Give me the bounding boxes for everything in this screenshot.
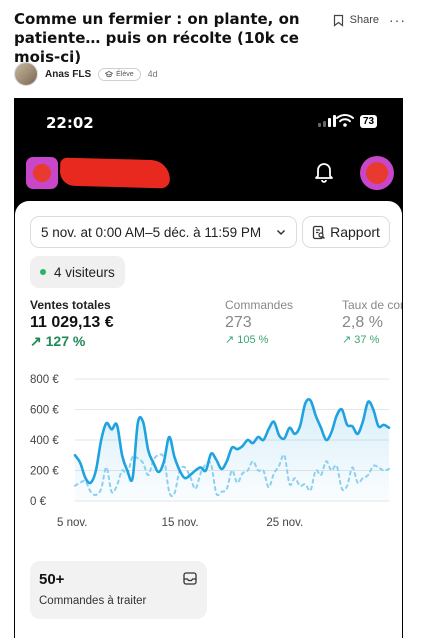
app-bar <box>14 153 403 193</box>
metric-label: Commandes <box>225 298 294 312</box>
metric-delta: ↗ 37 % <box>342 334 380 346</box>
author-badge: Élève <box>98 67 141 81</box>
x-tick-label: 15 nov. <box>162 517 199 529</box>
y-tick-label: 0 € <box>30 496 47 508</box>
sales-chart[interactable]: 800 € 600 € 400 € 200 € 0 € 5 nov. 15 nov. 25 n… <box>15 371 402 546</box>
status-bar: 22:02 73 <box>14 98 403 148</box>
phone-screenshot: 22:02 73 5 nov. at 0:00 AM–5 déc. à 11:5… <box>14 98 403 638</box>
y-tick-label: 200 € <box>30 466 59 478</box>
y-tick-label: 800 € <box>30 374 59 386</box>
author-badge-label: Élève <box>116 70 134 78</box>
more-options-button[interactable]: ··· <box>389 12 406 28</box>
post-actions: Share ··· <box>333 12 406 28</box>
metrics-row: Ventes totales 11 029,13 € ↗ 127 % Comma… <box>30 298 402 354</box>
metric-label: Taux de conversion <box>342 298 402 312</box>
author-row: Anas FLS Élève 4d <box>14 62 158 86</box>
metric-delta: ↗ 127 % <box>30 333 86 349</box>
visitors-label: 4 visiteurs <box>54 264 115 280</box>
y-tick-label: 400 € <box>30 435 59 447</box>
analytics-sheet: 5 nov. at 0:00 AM–5 déc. à 11:59 PM Rapp… <box>15 201 402 638</box>
author-name[interactable]: Anas FLS <box>45 69 91 80</box>
status-clock: 22:02 <box>46 114 94 132</box>
metric-value: 11 029,13 € <box>30 314 114 331</box>
user-avatar[interactable] <box>360 156 394 190</box>
orders-label: Commandes à traiter <box>39 595 147 607</box>
y-tick-label: 600 € <box>30 405 59 417</box>
orders-to-process-card[interactable]: 50+ Commandes à traiter <box>30 561 207 619</box>
orders-count: 50+ <box>39 571 65 588</box>
date-range-label: 5 nov. at 0:00 AM–5 déc. à 11:59 PM <box>41 224 262 240</box>
post-title: Comme un fermier : on plante, on patient… <box>14 10 300 66</box>
metric-value: 273 <box>225 314 252 331</box>
x-tick-label: 5 nov. <box>57 517 87 529</box>
redacted-store-name <box>59 157 171 189</box>
report-icon <box>312 225 326 239</box>
bell-icon[interactable] <box>314 161 334 183</box>
metric-orders[interactable]: Commandes 273 ↗ 105 % <box>225 298 293 346</box>
metric-conversion-rate[interactable]: Taux de conversion 2,8 % ↗ 37 % <box>342 298 402 346</box>
post-header: Comme un fermier : on plante, on patient… <box>14 10 414 67</box>
metric-value: 2,8 % <box>342 314 383 331</box>
signal-icon <box>318 115 336 127</box>
wifi-icon <box>336 114 354 127</box>
author-avatar[interactable] <box>14 62 38 86</box>
store-logo[interactable] <box>26 157 58 189</box>
post-time: 4d <box>147 69 158 79</box>
live-dot-icon <box>40 269 46 275</box>
chevron-down-icon <box>276 229 286 236</box>
battery-icon: 73 <box>360 115 378 128</box>
metric-total-sales[interactable]: Ventes totales 11 029,13 € ↗ 127 % <box>30 298 114 350</box>
date-range-selector[interactable]: 5 nov. at 0:00 AM–5 déc. à 11:59 PM <box>30 216 297 248</box>
share-button[interactable]: Share <box>350 14 379 26</box>
metric-label: Ventes totales <box>30 298 111 312</box>
bookmark-icon[interactable] <box>333 14 344 27</box>
student-icon <box>105 70 114 77</box>
report-button[interactable]: Rapport <box>302 216 390 248</box>
report-label: Rapport <box>330 224 380 240</box>
metric-delta: ↗ 105 % <box>225 334 269 346</box>
x-tick-label: 25 nov. <box>266 517 303 529</box>
live-visitors-badge[interactable]: 4 visiteurs <box>30 256 125 288</box>
inbox-icon <box>183 572 197 585</box>
